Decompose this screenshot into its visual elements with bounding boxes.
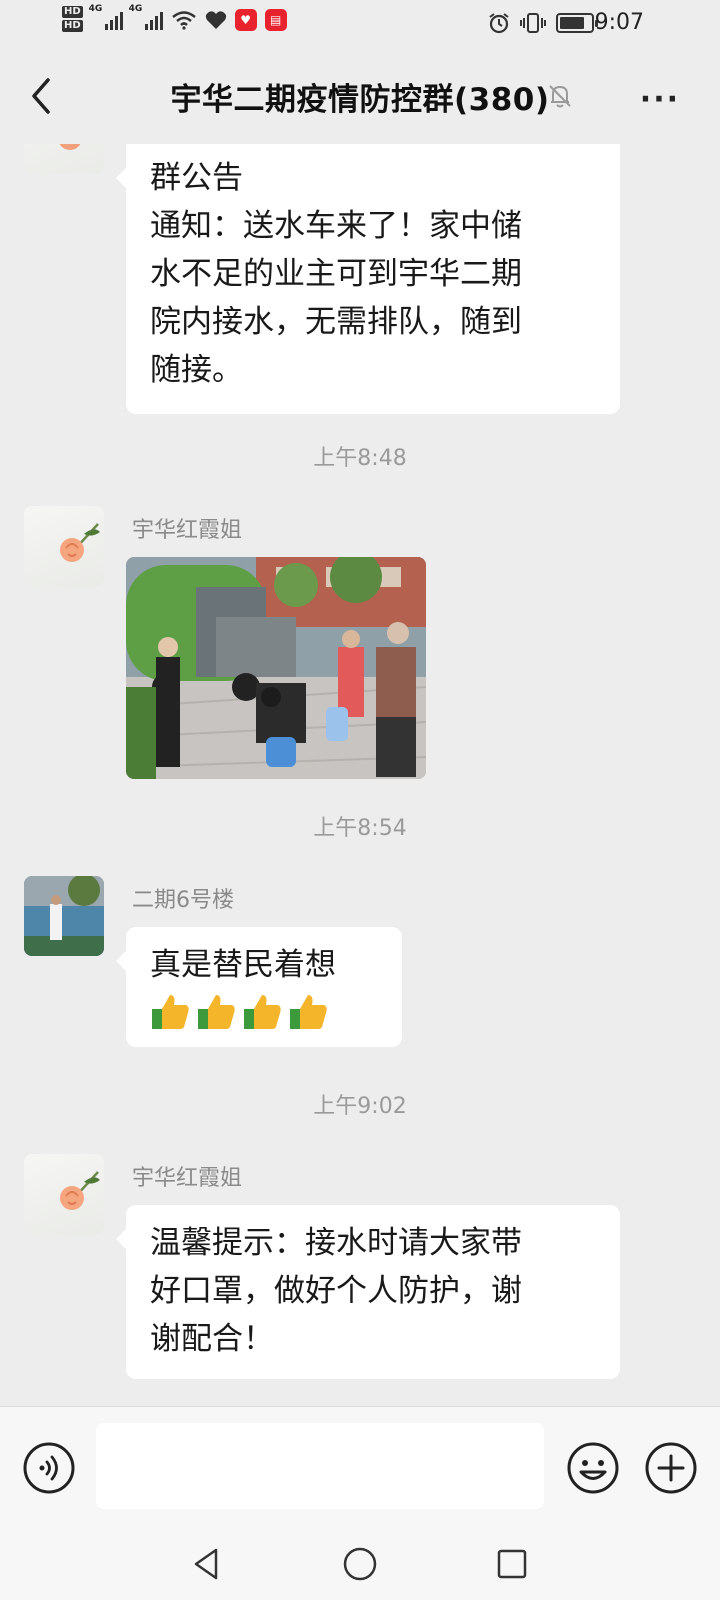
signal-icon-1: 4G (89, 4, 123, 30)
hd-label-2: HD (62, 20, 83, 32)
message-text-line: 真是替民着想 (150, 947, 336, 983)
app-notification-icon: ♥ (234, 9, 257, 31)
sender-name: 二期6号楼 (132, 888, 234, 913)
status-left-group: HD HD 4G 4G ♥ ▤ (62, 4, 287, 34)
avatar[interactable] (24, 144, 104, 174)
chat-header: 宇华二期疫情防控群(380) ··· (0, 48, 720, 144)
message-text-line: 通知：送水车来了！家中储 (150, 208, 522, 244)
message-bubble[interactable]: 真是替民着想 (116, 927, 402, 1047)
network-label-2: 4G (128, 4, 143, 14)
plus-icon[interactable] (644, 1441, 698, 1495)
thumbs-up-icon (198, 995, 235, 1029)
thumbs-up-row (150, 991, 378, 1031)
message-list[interactable]: 群公告 通知：送水车来了！家中储 水不足的业主可到宇华二期 院内接水，无需排队，… (0, 144, 720, 1406)
message-text-line: 随接。 (150, 352, 243, 388)
sender-name: 宇华红霞姐 (132, 1166, 243, 1191)
input-bar (0, 1406, 720, 1532)
vibrate-icon (520, 13, 546, 33)
signal-icon-2: 4G (129, 4, 163, 30)
message-input[interactable] (96, 1423, 544, 1509)
timestamp: 上午8:54 (313, 816, 407, 841)
voice-icon[interactable] (22, 1441, 76, 1495)
shared-photo[interactable] (126, 557, 426, 779)
hd-indicator: HD HD (62, 6, 83, 34)
status-right-group (488, 12, 598, 34)
sender-name: 宇华红霞姐 (132, 518, 243, 543)
more-dots-icon[interactable]: ··· (640, 82, 680, 117)
avatar[interactable] (24, 876, 104, 956)
message-text-line: 谢配合！ (150, 1321, 274, 1357)
nav-back-icon[interactable] (190, 1546, 226, 1582)
alarm-icon (489, 13, 509, 34)
message-text-line: 水不足的业主可到宇华二期 (150, 256, 522, 292)
thumbs-up-icon (244, 995, 281, 1029)
message-text-line: 院内接水，无需排队，随到 (150, 304, 522, 340)
timestamp: 上午8:48 (313, 446, 407, 471)
message-text-line: 好口罩，做好个人防护，谢 (150, 1273, 522, 1309)
app-notification-icon-2: ▤ (264, 9, 287, 31)
emoji-icon[interactable] (566, 1441, 620, 1495)
announcement-title: 群公告 (150, 160, 243, 196)
system-nav-bar (0, 1532, 720, 1600)
heart-icon (205, 11, 226, 30)
wifi-icon (171, 11, 196, 30)
chevron-left-icon[interactable] (26, 76, 56, 116)
battery-icon (556, 13, 598, 33)
message-bubble[interactable]: 温馨提示：接水时请大家带 好口罩，做好个人防护，谢 谢配合！ (116, 1205, 620, 1379)
clock: 9:07 (594, 10, 644, 35)
bell-off-icon (549, 85, 571, 108)
message-text-line: 温馨提示：接水时请大家带 (150, 1225, 522, 1261)
message-bubble[interactable]: 群公告 通知：送水车来了！家中储 水不足的业主可到宇华二期 院内接水，无需排队，… (116, 144, 620, 414)
hd-label-1: HD (62, 6, 83, 18)
avatar[interactable] (24, 506, 104, 586)
thumbs-up-icon (152, 995, 189, 1029)
thumbs-up-icon (290, 995, 327, 1029)
nav-home-icon[interactable] (342, 1546, 378, 1582)
page-title: 宇华二期疫情防控群(380) (170, 81, 550, 118)
timestamp: 上午9:02 (313, 1094, 407, 1119)
network-label-1: 4G (88, 4, 103, 14)
nav-recent-apps-icon[interactable] (496, 1548, 528, 1580)
status-bar: HD HD 4G 4G ♥ ▤ 9:07 (0, 0, 720, 48)
avatar[interactable] (24, 1154, 104, 1234)
